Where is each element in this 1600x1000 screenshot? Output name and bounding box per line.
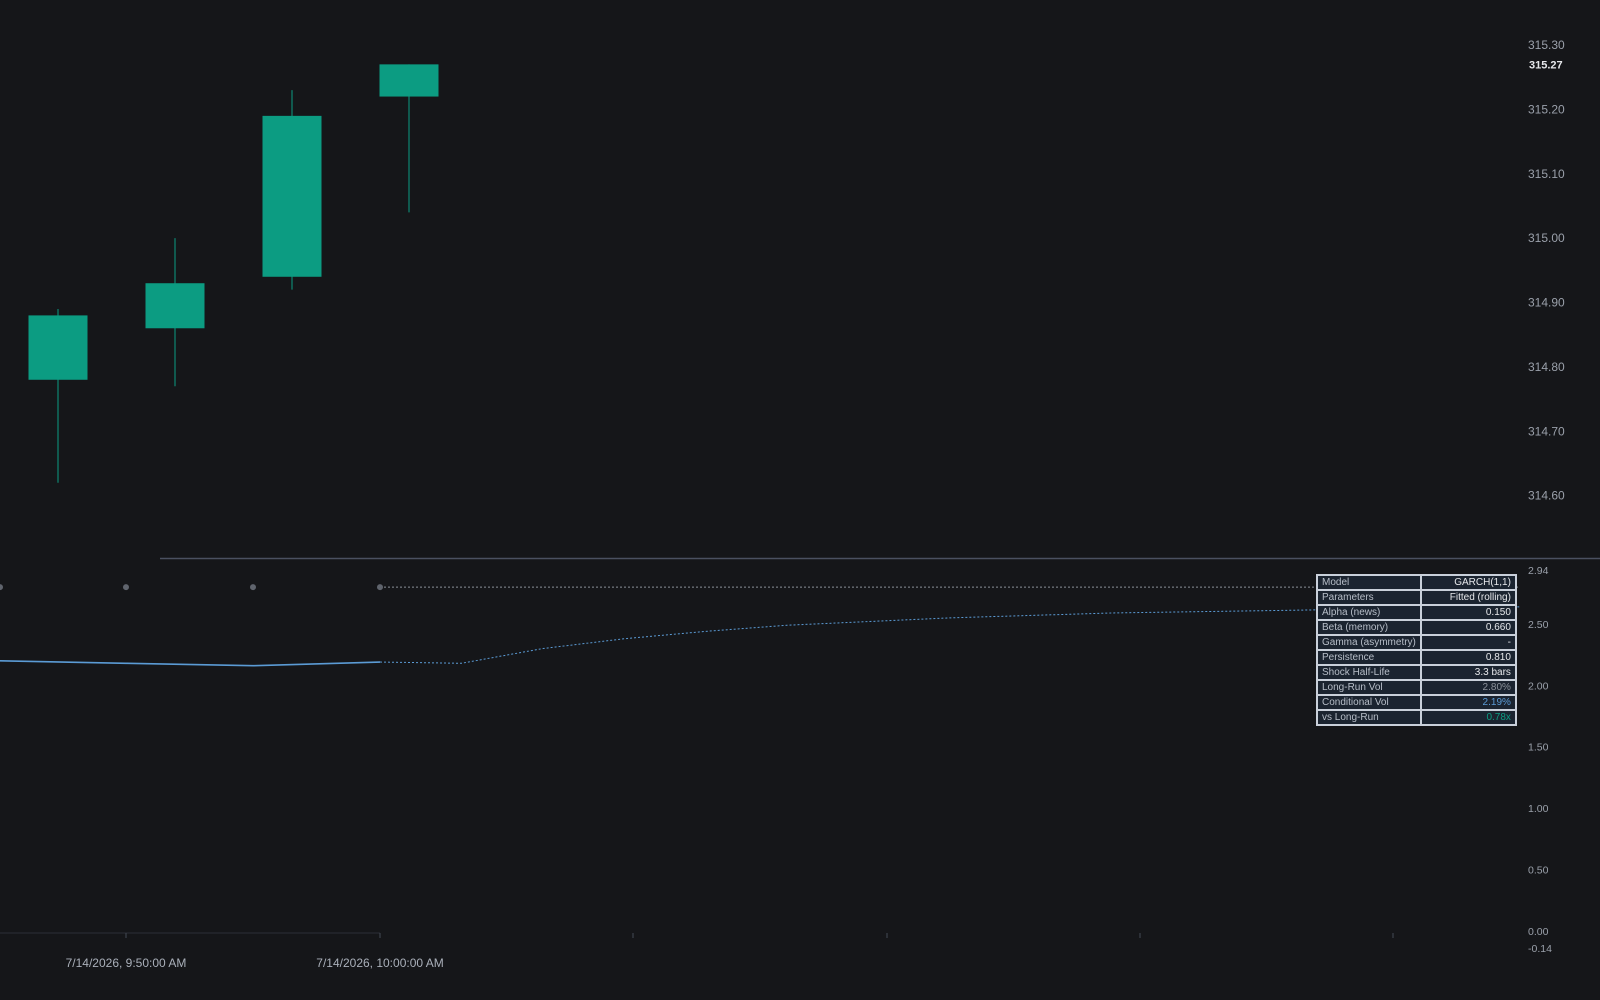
- vol-axis-tick: 2.94: [1528, 565, 1549, 577]
- stats-value: GARCH(1,1): [1419, 574, 1517, 591]
- candle-body: [262, 115, 322, 277]
- stats-value: 0.660: [1419, 619, 1517, 636]
- vol-axis-tick: -0.14: [1528, 943, 1552, 955]
- stats-key: Shock Half-Life: [1316, 664, 1422, 681]
- stats-row: vs Long-Run 0.78x: [1316, 709, 1517, 726]
- stats-row: Gamma (asymmetry) -: [1316, 634, 1517, 651]
- long-run-vol-point: [0, 584, 3, 591]
- candle-body: [28, 315, 88, 380]
- stats-row: Model GARCH(1,1): [1316, 574, 1517, 591]
- price-pane: [28, 64, 439, 483]
- stats-key: vs Long-Run: [1316, 709, 1422, 726]
- axes: 315.30 315.20 315.10 315.00 314.90 314.80 314.…: [0, 38, 1600, 970]
- conditional-vol-line: [0, 660, 381, 667]
- vol-axis-tick: 1.00: [1528, 803, 1549, 815]
- price-axis-tick: 315.30: [1528, 38, 1565, 52]
- long-run-vol-point: [250, 584, 256, 591]
- last-price-label: 315.27: [1529, 59, 1563, 71]
- stats-value: 0.810: [1419, 649, 1517, 666]
- chart-canvas: 315.30 315.20 315.10 315.00 314.90 314.80 314.…: [0, 38, 1600, 970]
- long-run-vol-point: [123, 584, 129, 591]
- stats-key: Beta (memory): [1316, 619, 1422, 636]
- stats-value: 2.80%: [1419, 679, 1517, 696]
- stats-value: Fitted (rolling): [1419, 589, 1517, 606]
- stats-row: Beta (memory) 0.660: [1316, 619, 1517, 636]
- long-run-vol-point: [377, 584, 383, 591]
- stats-key: Gamma (asymmetry): [1316, 634, 1422, 651]
- stats-row: Parameters Fitted (rolling): [1316, 589, 1517, 606]
- price-axis-tick: 314.80: [1528, 360, 1565, 374]
- vol-axis-tick: 1.50: [1528, 742, 1549, 754]
- stats-key: Parameters: [1316, 589, 1422, 606]
- price-axis-tick: 314.70: [1528, 424, 1565, 438]
- volatility-pane: [0, 584, 1521, 667]
- candle-body: [379, 64, 439, 97]
- stats-value: -: [1419, 634, 1517, 651]
- time-label: 7/14/2026, 9:50:00 AM: [66, 956, 187, 970]
- stats-key: Conditional Vol: [1316, 694, 1422, 711]
- stats-row: Persistence 0.810: [1316, 649, 1517, 666]
- time-label: 7/14/2026, 10:00:00 AM: [316, 956, 443, 970]
- garch-stats-table: Model GARCH(1,1) Parameters Fitted (rolling…: [1316, 574, 1517, 726]
- price-axis-tick: 314.90: [1528, 296, 1565, 310]
- stats-value: 0.78x: [1419, 709, 1517, 726]
- stats-row: Shock Half-Life 3.3 bars: [1316, 664, 1517, 681]
- stats-key: Alpha (news): [1316, 604, 1422, 621]
- vol-axis-tick: 0.00: [1528, 926, 1549, 938]
- candle-body: [145, 283, 205, 329]
- vol-axis-tick: 2.00: [1528, 680, 1549, 692]
- vol-axis-tick: 0.50: [1528, 864, 1549, 876]
- stats-key: Persistence: [1316, 649, 1422, 666]
- stats-row: Conditional Vol 2.19%: [1316, 694, 1517, 711]
- stats-key: Long-Run Vol: [1316, 679, 1422, 696]
- stats-row: Alpha (news) 0.150: [1316, 604, 1517, 621]
- price-axis-tick: 315.20: [1528, 102, 1565, 116]
- stats-value: 3.3 bars: [1419, 664, 1517, 681]
- stats-row: Long-Run Vol 2.80%: [1316, 679, 1517, 696]
- vol-axis-tick: 2.50: [1528, 619, 1549, 631]
- stats-value: 0.150: [1419, 604, 1517, 621]
- stats-value: 2.19%: [1419, 694, 1517, 711]
- price-axis-tick: 314.60: [1528, 489, 1565, 503]
- stats-key: Model: [1316, 574, 1422, 591]
- price-axis-tick: 315.00: [1528, 231, 1565, 245]
- price-axis-tick: 315.10: [1528, 167, 1565, 181]
